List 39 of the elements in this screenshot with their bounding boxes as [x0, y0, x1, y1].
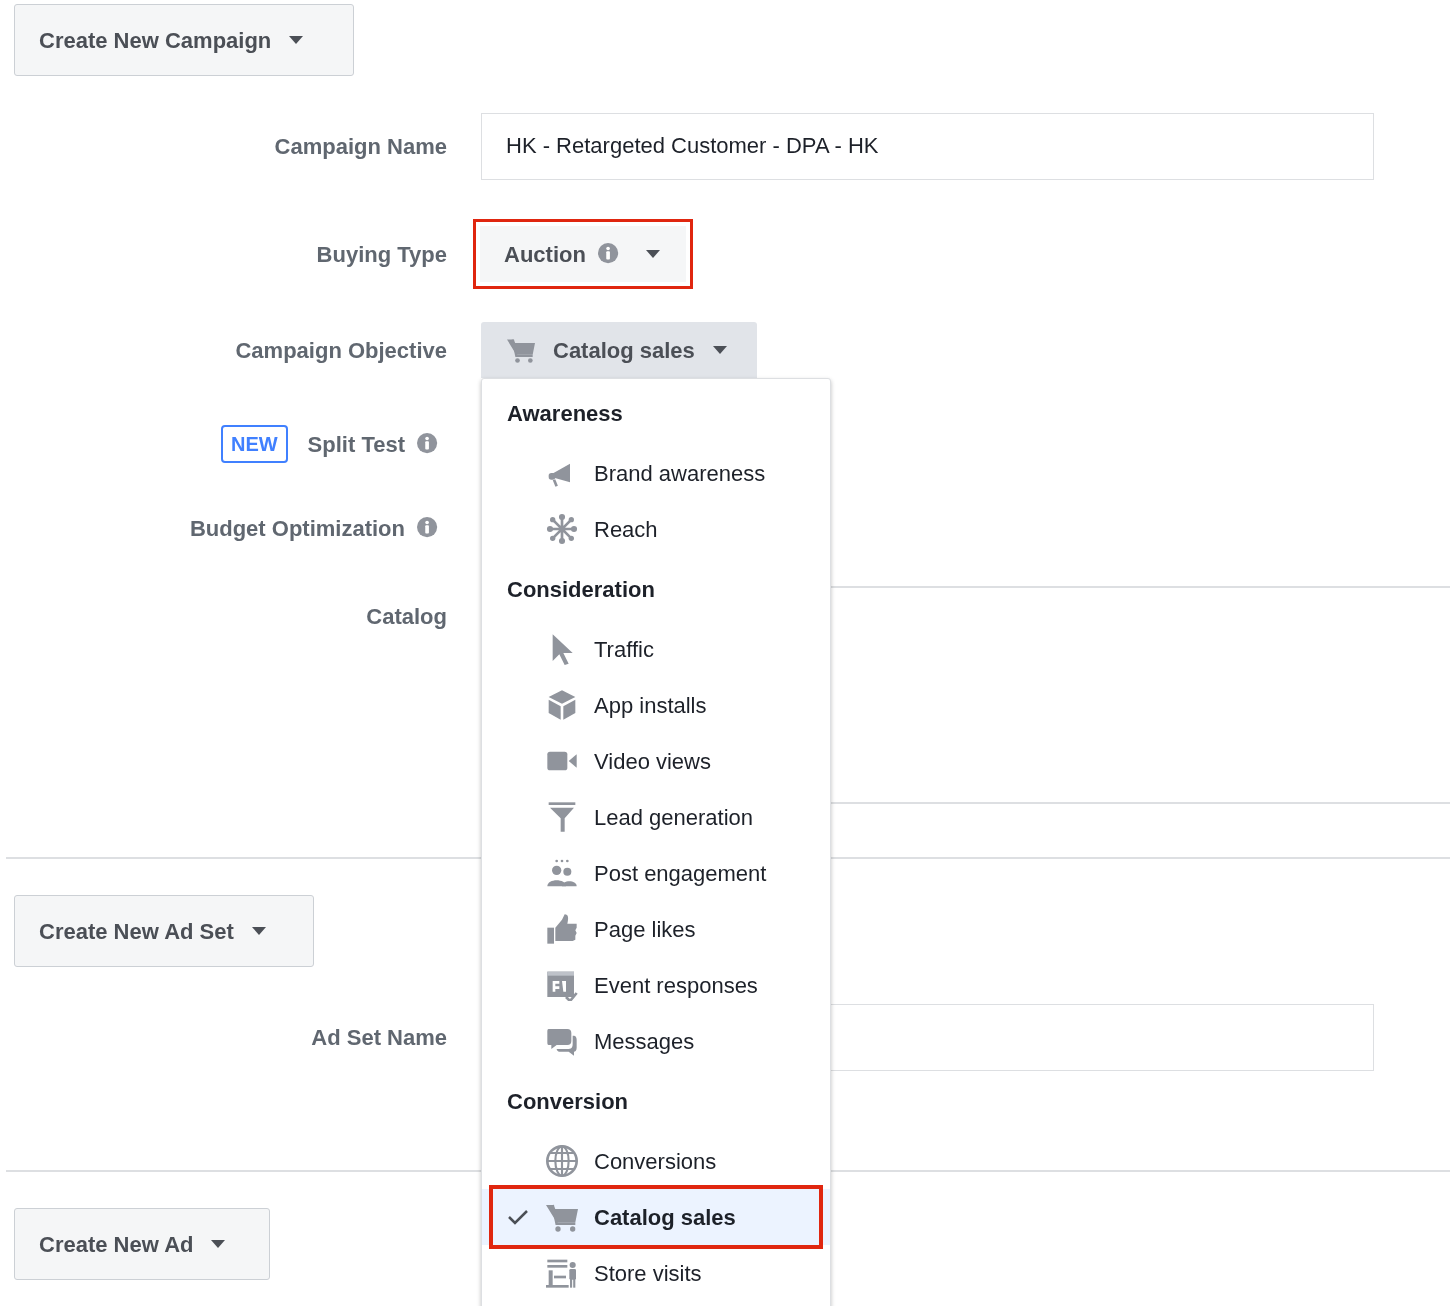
cart-icon — [505, 336, 537, 364]
field-label: Campaign Objective — [235, 336, 447, 365]
menu-item[interactable]: Store visits — [482, 1245, 830, 1301]
objective-dropdown-button[interactable]: Catalog sales — [481, 322, 757, 378]
select-button[interactable]: Auction — [480, 226, 686, 282]
menu-item[interactable]: Reach — [482, 501, 830, 557]
field-label: Campaign Name — [274, 132, 447, 161]
checkmark-icon — [507, 1209, 529, 1225]
menu-item[interactable]: Lead generation — [482, 789, 830, 845]
new-badge: NEW — [220, 425, 288, 463]
menu-item[interactable]: Video views — [482, 733, 830, 789]
menu-item[interactable]: Post engagement — [482, 845, 830, 901]
menu-item[interactable]: Event responses — [482, 957, 830, 1013]
menu-item[interactable]: Page likes — [482, 901, 830, 957]
calendar-icon — [546, 969, 578, 1001]
field-label: Budget Optimization — [189, 514, 405, 543]
funnel-icon — [546, 801, 578, 833]
field-label: Ad Set Name — [311, 1023, 447, 1052]
menu-item[interactable]: Messages — [482, 1013, 830, 1069]
menu-group-heading: Awareness — [507, 399, 623, 428]
menu-item[interactable]: Brand awareness — [482, 445, 830, 501]
dropdown-button[interactable]: Create New Campaign — [14, 4, 354, 76]
menu-group-heading: Consideration — [507, 575, 655, 604]
field-label: Split Test — [307, 430, 405, 459]
menu-item[interactable]: Traffic — [482, 621, 830, 677]
field-label: Buying Type — [316, 240, 447, 269]
people-icon — [546, 857, 578, 889]
text-field[interactable]: HK - Retargeted Customer - DPA - HK — [481, 112, 1374, 180]
store-person-icon — [546, 1257, 578, 1289]
menu-item[interactable]: Conversions — [482, 1133, 830, 1189]
menu-item[interactable]: App installs — [482, 677, 830, 733]
dropdown-button[interactable]: Create New Ad — [14, 1208, 270, 1280]
globe-icon — [546, 1145, 578, 1177]
dropdown-button[interactable]: Create New Ad Set — [14, 895, 314, 967]
menu-group-heading: Conversion — [507, 1087, 629, 1116]
cube-icon — [546, 689, 578, 721]
network-icon — [546, 513, 578, 545]
thumbs-up-icon — [546, 913, 578, 945]
field-label: Catalog — [366, 603, 447, 631]
